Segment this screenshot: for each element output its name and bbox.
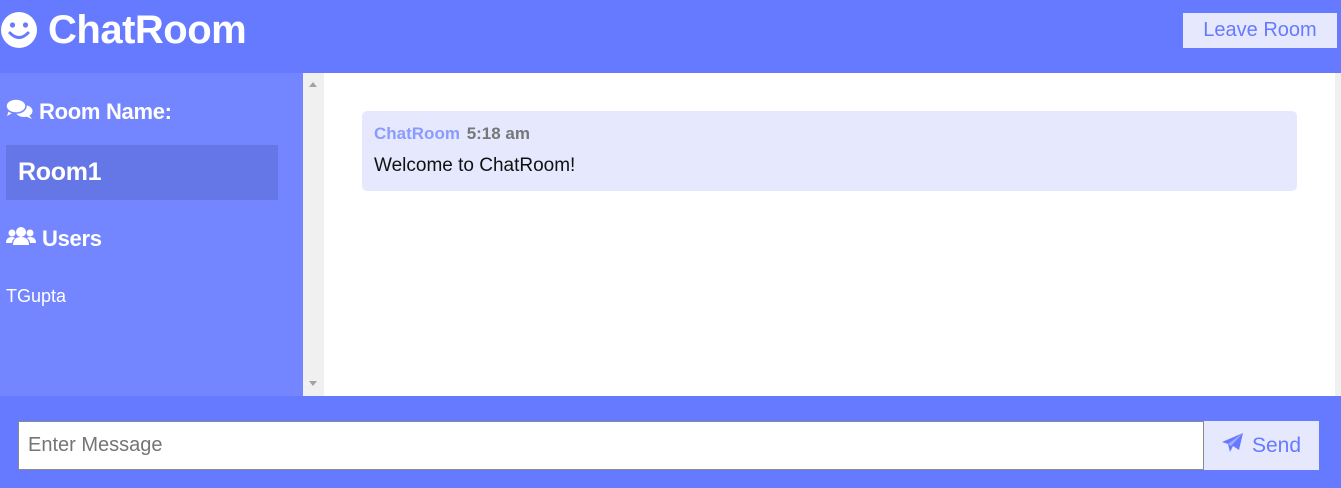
user-item: TGupta [6,286,67,306]
app-title: ChatRoom [48,8,247,52]
scrollbar[interactable] [303,73,324,396]
app-header: ChatRoom Leave Room [0,0,1341,73]
users-icon [6,226,42,252]
paper-plane-icon [1221,432,1252,459]
message-composer: Send [0,396,1341,488]
message-meta: ChatRoom 5:18 am [374,123,1285,145]
room-name-label: Room Name: [39,99,172,124]
sidebar: Room Name: Room1 Users TGupta [0,73,303,396]
send-label: Send [1251,433,1302,457]
right-edge [1335,73,1341,396]
brand: ChatRoom [0,8,247,52]
message-text: Welcome to ChatRoom! [374,155,576,176]
message-time: 5:18 am [466,124,531,143]
chat-messages-panel: ChatRoom 5:18 am Welcome to ChatRoom! [303,73,1335,396]
users-label: Users [42,226,102,251]
comments-icon [5,98,39,126]
message-username: ChatRoom [374,124,460,143]
scroll-up-arrow-icon[interactable] [309,82,317,87]
chat-message: ChatRoom 5:18 am Welcome to ChatRoom! [362,111,1297,191]
scroll-down-arrow-icon[interactable] [309,381,317,386]
send-button[interactable]: Send [1204,421,1319,470]
room-name-heading: Room Name: [5,98,172,126]
leave-room-button[interactable]: Leave Room [1183,13,1337,48]
users-heading: Users [6,226,102,252]
message-input[interactable] [18,421,1204,470]
users-list: TGupta [6,286,66,307]
room-name-value: Room1 [6,145,278,200]
smiley-icon [0,11,38,49]
